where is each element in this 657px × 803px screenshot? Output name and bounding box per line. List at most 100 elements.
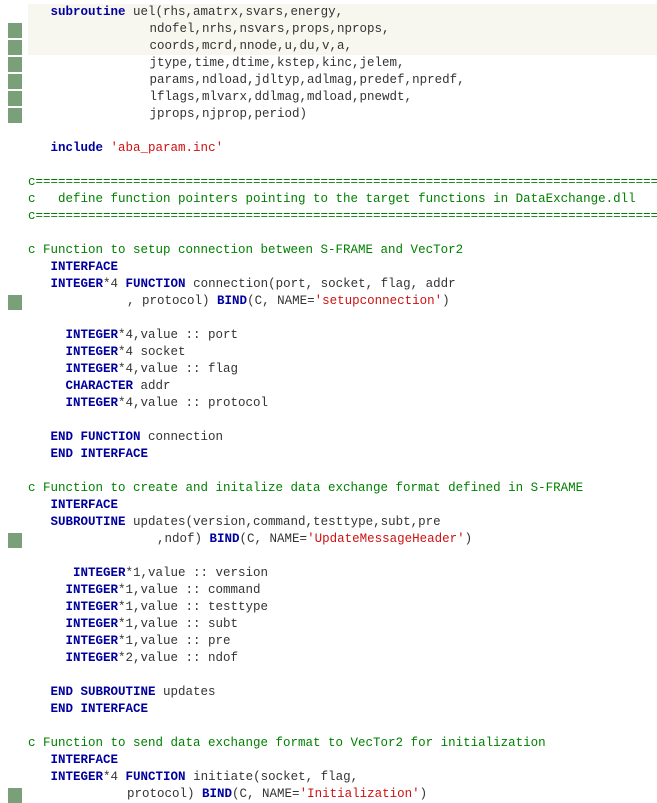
code-token: BIND bbox=[202, 787, 232, 801]
code-line bbox=[28, 310, 657, 327]
code-line: END FUNCTION connection bbox=[28, 429, 657, 446]
code-token bbox=[28, 345, 66, 359]
code-line: * params,ndload,jdltyp,adlmag,predef,npr… bbox=[28, 72, 657, 89]
code-token: c=======================================… bbox=[28, 209, 657, 223]
code-token: *4 bbox=[103, 770, 126, 784]
code-line: c Function to send data exchange format … bbox=[28, 735, 657, 752]
code-token: INTERFACE bbox=[51, 753, 119, 767]
code-token bbox=[28, 770, 51, 784]
code-token: *1,value :: pre bbox=[118, 634, 231, 648]
continuation-marker-icon: * bbox=[8, 57, 22, 72]
code-token: coords,mcrd,nnode,u,du,v,a, bbox=[22, 39, 352, 53]
code-token: SUBROUTINE bbox=[51, 515, 126, 529]
code-token: INTEGER bbox=[51, 770, 104, 784]
continuation-marker-icon: * bbox=[8, 533, 22, 548]
code-line: * jprops,njprop,period) bbox=[28, 106, 657, 123]
code-line: INTERFACE bbox=[28, 497, 657, 514]
code-token bbox=[28, 498, 51, 512]
code-token: uel(rhs,amatrx,svars,energy, bbox=[126, 5, 344, 19]
code-token: ,ndof) bbox=[22, 532, 210, 546]
code-line: END SUBROUTINE updates bbox=[28, 684, 657, 701]
code-token: INTEGER bbox=[66, 583, 119, 597]
continuation-marker-icon: * bbox=[8, 74, 22, 89]
code-token bbox=[28, 515, 51, 529]
code-line: * protocol) BIND(C, NAME='Initialization… bbox=[28, 786, 657, 803]
code-token: INTEGER bbox=[66, 651, 119, 665]
code-line: INTEGER*2,value :: ndof bbox=[28, 650, 657, 667]
code-token bbox=[28, 447, 51, 461]
code-token bbox=[28, 5, 51, 19]
code-token: (C, NAME= bbox=[247, 294, 315, 308]
code-token: *2,value :: ndof bbox=[118, 651, 238, 665]
code-line: c=======================================… bbox=[28, 208, 657, 225]
code-token: *1,value :: subt bbox=[118, 617, 238, 631]
code-token: include bbox=[51, 141, 104, 155]
code-token bbox=[28, 583, 66, 597]
code-token: addr bbox=[133, 379, 171, 393]
code-line: END INTERFACE bbox=[28, 701, 657, 718]
code-token: FUNCTION bbox=[126, 770, 186, 784]
code-token: BIND bbox=[217, 294, 247, 308]
code-token: INTEGER bbox=[66, 345, 119, 359]
code-token: INTEGER bbox=[66, 617, 119, 631]
code-token: INTEGER bbox=[66, 396, 119, 410]
code-token bbox=[28, 328, 66, 342]
code-token bbox=[28, 634, 66, 648]
fortran-code-block: subroutine uel(rhs,amatrx,svars,energy, *… bbox=[0, 0, 657, 803]
code-line: INTEGER*4 FUNCTION connection(port, sock… bbox=[28, 276, 657, 293]
code-token: INTERFACE bbox=[51, 260, 119, 274]
code-token bbox=[28, 600, 66, 614]
code-token: c Function to send data exchange format … bbox=[28, 736, 546, 750]
code-token: END FUNCTION bbox=[51, 430, 141, 444]
code-token: c=======================================… bbox=[28, 175, 657, 189]
code-token bbox=[28, 379, 66, 393]
code-line: * coords,mcrd,nnode,u,du,v,a, bbox=[28, 38, 657, 55]
code-token: *4,value :: protocol bbox=[118, 396, 268, 410]
code-token: (C, NAME= bbox=[232, 787, 300, 801]
code-token: *4 socket bbox=[118, 345, 186, 359]
code-token: c define function pointers pointing to t… bbox=[28, 192, 636, 206]
code-token: 'Initialization' bbox=[300, 787, 420, 801]
code-token: BIND bbox=[210, 532, 240, 546]
code-token bbox=[28, 566, 73, 580]
code-token bbox=[28, 141, 51, 155]
code-token: 'aba_param.inc' bbox=[111, 141, 224, 155]
continuation-marker-icon: * bbox=[8, 108, 22, 123]
code-line bbox=[28, 123, 657, 140]
code-token: updates bbox=[156, 685, 216, 699]
code-line: INTEGER*4 FUNCTION initiate(socket, flag… bbox=[28, 769, 657, 786]
code-token: connection bbox=[141, 430, 224, 444]
code-token: ndofel,nrhs,nsvars,props,nprops, bbox=[22, 22, 390, 36]
code-token bbox=[28, 260, 51, 274]
code-line: * , protocol) BIND(C, NAME='setupconnect… bbox=[28, 293, 657, 310]
code-line: INTEGER*4,value :: flag bbox=[28, 361, 657, 378]
code-line: include 'aba_param.inc' bbox=[28, 140, 657, 157]
code-token: params,ndload,jdltyp,adlmag,predef,npred… bbox=[22, 73, 465, 87]
code-token: 'UpdateMessageHeader' bbox=[307, 532, 465, 546]
code-token: c Function to create and initalize data … bbox=[28, 481, 583, 495]
code-token: updates(version,command,testtype,subt,pr… bbox=[126, 515, 441, 529]
code-token bbox=[28, 617, 66, 631]
code-line bbox=[28, 548, 657, 565]
code-line: c define function pointers pointing to t… bbox=[28, 191, 657, 208]
continuation-marker-icon: * bbox=[8, 788, 22, 803]
code-line: * ,ndof) BIND(C, NAME='UpdateMessageHead… bbox=[28, 531, 657, 548]
code-token: subroutine bbox=[51, 5, 126, 19]
code-line: INTEGER*4,value :: protocol bbox=[28, 395, 657, 412]
code-token: END SUBROUTINE bbox=[51, 685, 156, 699]
code-token: jtype,time,dtime,kstep,kinc,jelem, bbox=[22, 56, 405, 70]
code-token: INTEGER bbox=[73, 566, 126, 580]
code-line bbox=[28, 463, 657, 480]
code-token: ) bbox=[420, 787, 428, 801]
code-line: END INTERFACE bbox=[28, 446, 657, 463]
code-line: INTEGER*1,value :: command bbox=[28, 582, 657, 599]
code-token: INTEGER bbox=[66, 328, 119, 342]
code-token: INTERFACE bbox=[51, 498, 119, 512]
code-token: INTEGER bbox=[66, 600, 119, 614]
code-line: * lflags,mlvarx,ddlmag,mdload,pnewdt, bbox=[28, 89, 657, 106]
continuation-marker-icon: * bbox=[8, 91, 22, 106]
code-token bbox=[103, 141, 111, 155]
continuation-marker-icon: * bbox=[8, 40, 22, 55]
code-line: INTEGER*1,value :: testtype bbox=[28, 599, 657, 616]
code-line: INTERFACE bbox=[28, 259, 657, 276]
